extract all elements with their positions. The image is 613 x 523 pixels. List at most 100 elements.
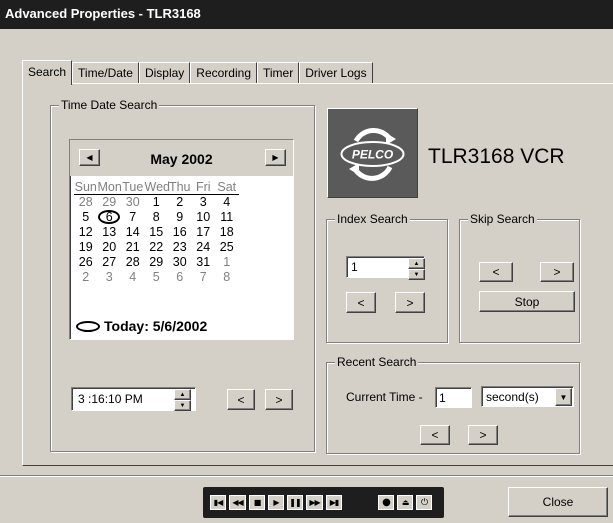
calendar-day[interactable]: 5 (145, 270, 169, 285)
calendar-day[interactable]: 20 (98, 240, 122, 255)
calendar-day[interactable]: 24 (192, 240, 216, 255)
calendar-week-row: 2 3 4 5 6 7 8 (74, 270, 290, 285)
calendar-day[interactable]: 6 (168, 270, 192, 285)
eject-icon[interactable]: ⏏ (397, 495, 413, 510)
calendar-day[interactable]: 14 (121, 225, 145, 240)
time-unit-select[interactable]: second(s) ▼ (481, 386, 574, 407)
rewind-icon[interactable]: ◀◀ (229, 495, 246, 510)
close-button[interactable]: Close (508, 487, 608, 517)
calendar-today-link[interactable]: Today: 5/6/2002 (76, 318, 207, 334)
time-search-prev-button[interactable]: < (227, 389, 255, 410)
tab-recording[interactable]: Recording (190, 62, 257, 84)
calendar-today-label: Today: 5/6/2002 (104, 318, 208, 334)
window-title: Advanced Properties - TLR3168 (5, 6, 201, 21)
calendar-day[interactable]: 19 (74, 240, 98, 255)
calendar-day[interactable]: 7 (192, 270, 216, 285)
tab-driver-logs[interactable]: Driver Logs (299, 62, 373, 84)
calendar-day[interactable]: 8 (215, 270, 239, 285)
time-unit-value: second(s) (486, 390, 539, 404)
calendar-day[interactable]: 4 (121, 270, 145, 285)
calendar-day[interactable]: 15 (145, 225, 169, 240)
power-icon[interactable]: ⏻ (416, 495, 432, 510)
calendar-day[interactable]: 29 (98, 195, 122, 210)
tab-display[interactable]: Display (138, 62, 191, 84)
calendar-header: ◀ May 2002 ▶ (70, 140, 293, 176)
calendar-week-row: 12 13 14 15 16 17 18 (74, 225, 290, 240)
calendar-grid: Sun Mon Tue Wed Thu Fri Sat 28 29 30 1 2… (74, 180, 290, 285)
calendar-day[interactable]: 1 (145, 195, 169, 210)
calendar-day[interactable]: 3 (98, 270, 122, 285)
index-increment-button[interactable]: ▲ (408, 258, 425, 269)
calendar-day[interactable]: 28 (74, 195, 98, 210)
calendar-day[interactable]: 2 (74, 270, 98, 285)
calendar-day[interactable]: 16 (168, 225, 192, 240)
window-title-bar: Advanced Properties - TLR3168 (0, 0, 613, 29)
calendar-day[interactable]: 7 (121, 210, 145, 225)
calendar-day[interactable]: 11 (215, 210, 239, 225)
skip-next-button[interactable]: > (540, 262, 574, 282)
index-decrement-button[interactable]: ▼ (408, 269, 425, 280)
calendar-day[interactable]: 10 (192, 210, 216, 225)
calendar-day[interactable]: 17 (192, 225, 216, 240)
calendar-day[interactable]: 18 (215, 225, 239, 240)
index-prev-button[interactable]: < (346, 292, 376, 313)
time-search-next-button[interactable]: > (265, 389, 293, 410)
record-icon[interactable]: ● (378, 495, 394, 510)
calendar-day[interactable]: 13 (98, 225, 122, 240)
transport-controls: ▮◀ ◀◀ ■ ▶ ❚❚ ▶▶ ▶▮ ● ⏏ ⏻ (203, 487, 444, 518)
skip-to-end-icon[interactable]: ▶▮ (326, 495, 342, 510)
skip-prev-button[interactable]: < (479, 262, 513, 282)
index-spinner: ▲ ▼ (408, 258, 425, 280)
calendar-day[interactable]: 1 (215, 255, 239, 270)
today-marker-icon (76, 320, 100, 332)
calendar-day[interactable]: 4 (215, 195, 239, 210)
index-next-button[interactable]: > (395, 292, 425, 313)
recent-amount-field[interactable]: 1 (435, 387, 472, 408)
calendar-day[interactable]: 2 (168, 195, 192, 210)
fast-forward-icon[interactable]: ▶▶ (306, 495, 323, 510)
tab-strip: Search Time/Date Display Recording Timer… (22, 60, 373, 85)
calendar-day[interactable]: 25 (215, 240, 239, 255)
time-spinner: ▲ ▼ (174, 389, 191, 411)
play-icon[interactable]: ▶ (268, 495, 284, 510)
recent-next-button[interactable]: > (468, 425, 498, 445)
calendar-next-month-button[interactable]: ▶ (265, 149, 286, 166)
calendar-day[interactable]: 26 (74, 255, 98, 270)
calendar-month-label: May 2002 (150, 151, 213, 167)
calendar-day[interactable]: 3 (192, 195, 216, 210)
recent-prev-button[interactable]: < (420, 425, 450, 445)
chevron-down-icon[interactable]: ▼ (555, 388, 572, 406)
pelco-logo: PELCO (327, 108, 418, 198)
calendar-day[interactable]: 22 (145, 240, 169, 255)
calendar-week-row: 19 20 21 22 23 24 25 (74, 240, 290, 255)
time-increment-button[interactable]: ▲ (174, 389, 191, 400)
calendar-day-today[interactable]: 6 (98, 210, 122, 225)
calendar-day[interactable]: 30 (168, 255, 192, 270)
tab-timer[interactable]: Timer (257, 62, 300, 84)
weekday-label: Mon (97, 180, 122, 195)
skip-to-start-icon[interactable]: ▮◀ (210, 495, 226, 510)
calendar-day[interactable]: 29 (145, 255, 169, 270)
calendar-day[interactable]: 9 (168, 210, 192, 225)
recent-search-title: Recent Search (335, 355, 419, 369)
pelco-logo-graphic: PELCO (340, 127, 405, 181)
skip-stop-button[interactable]: Stop (479, 291, 575, 312)
stop-icon[interactable]: ■ (249, 495, 265, 510)
index-search-group: Index Search (326, 212, 448, 343)
calendar-day[interactable]: 8 (145, 210, 169, 225)
calendar-day[interactable]: 30 (121, 195, 145, 210)
calendar-day[interactable]: 31 (192, 255, 216, 270)
calendar-day[interactable]: 23 (168, 240, 192, 255)
time-date-search-title: Time Date Search (59, 98, 160, 112)
tab-search[interactable]: Search (22, 60, 73, 85)
calendar-weekday-row: Sun Mon Tue Wed Thu Fri Sat (74, 180, 290, 195)
pause-icon[interactable]: ❚❚ (287, 495, 303, 510)
calendar-day[interactable]: 28 (121, 255, 145, 270)
calendar-day[interactable]: 27 (98, 255, 122, 270)
calendar-week-row: 5 6 7 8 9 10 11 (74, 210, 290, 225)
calendar-day[interactable]: 12 (74, 225, 98, 240)
tab-time-date[interactable]: Time/Date (72, 62, 139, 84)
time-decrement-button[interactable]: ▼ (174, 400, 191, 411)
calendar-day[interactable]: 21 (121, 240, 145, 255)
calendar-day[interactable]: 5 (74, 210, 98, 225)
